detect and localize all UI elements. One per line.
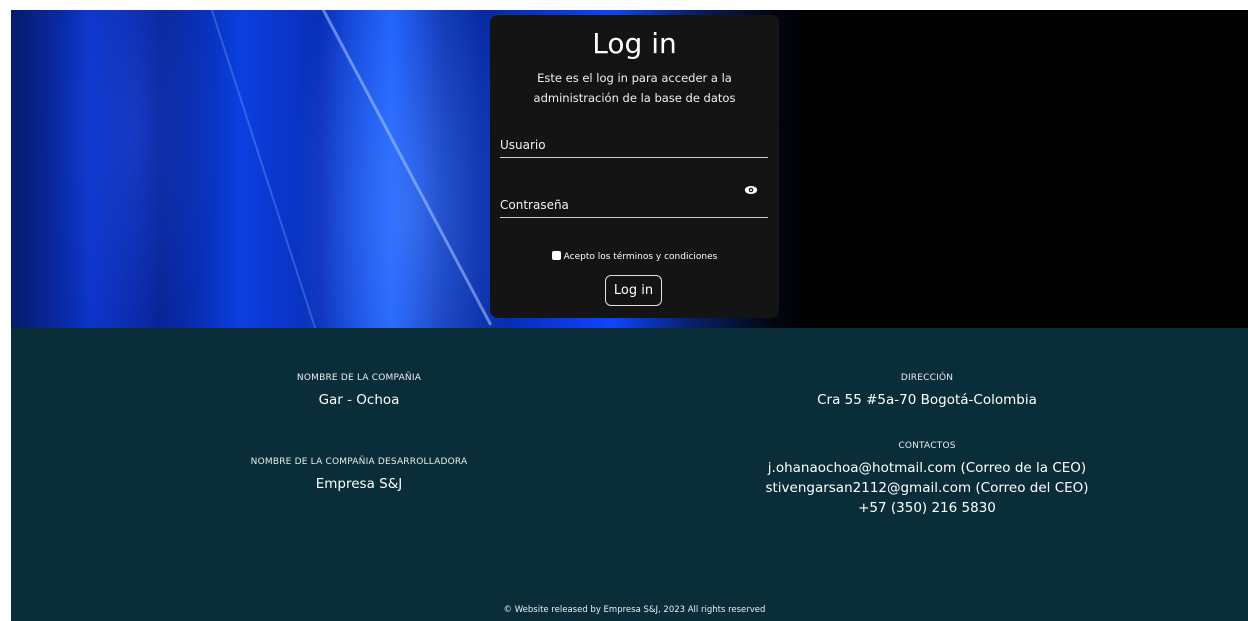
contacts-list: j.ohanaochoa@hotmail.com (Correo de la C… [727,458,1127,518]
login-subtitle: Este es el log in para acceder a la admi… [533,71,736,105]
password-input[interactable] [500,195,740,215]
hero-light-streak-secondary [201,10,321,342]
login-card: Log in Este es el log in para acceder a … [490,15,779,318]
username-field-wrapper [500,135,768,158]
contact-phone[interactable]: +57 (350) 216 5830 [727,498,1127,518]
password-field-wrapper [500,185,768,218]
address-value: Cra 55 #5a-70 Bogotá-Colombia [817,392,1037,408]
contacts-block: CONTACTOS j.ohanaochoa@hotmail.com (Corr… [727,441,1127,518]
company-block: NOMBRE DE LA COMPAÑIA Gar - Ochoa [209,373,509,410]
page-frame: Log in Este es el log in para acceder a … [11,10,1248,621]
copyright-text: © Website released by Empresa S&J, 2023 … [503,605,766,615]
login-title: Log in [592,27,677,60]
address-label: DIRECCIÓN [900,373,954,383]
developer-value: Empresa S&J [315,476,403,492]
company-label: NOMBRE DE LA COMPAÑIA [296,373,422,383]
terms-row: Acepto los términos y condiciones [490,251,779,262]
address-block: DIRECCIÓN Cra 55 #5a-70 Bogotá-Colombia [727,373,1127,410]
login-button[interactable]: Log in [605,275,662,306]
hero-banner: Log in Este es el log in para acceder a … [11,10,1248,342]
username-input[interactable] [500,135,740,155]
contacts-label: CONTACTOS [898,441,956,451]
eye-icon[interactable] [744,183,758,197]
hero-light-streak [311,10,493,326]
company-value: Gar - Ochoa [318,392,400,408]
contact-email-ceo-male[interactable]: stivengarsan2112@gmail.com (Correo del C… [727,478,1127,498]
footer: NOMBRE DE LA COMPAÑIA Gar - Ochoa NOMBRE… [11,328,1248,621]
terms-checkbox[interactable] [551,251,561,260]
contact-email-ceo-female[interactable]: j.ohanaochoa@hotmail.com (Correo de la C… [727,458,1127,478]
developer-block: NOMBRE DE LA COMPAÑIA DESARROLLADORA Emp… [209,457,509,494]
developer-label: NOMBRE DE LA COMPAÑIA DESARROLLADORA [250,457,468,467]
terms-label: Acepto los términos y condiciones [563,252,718,262]
